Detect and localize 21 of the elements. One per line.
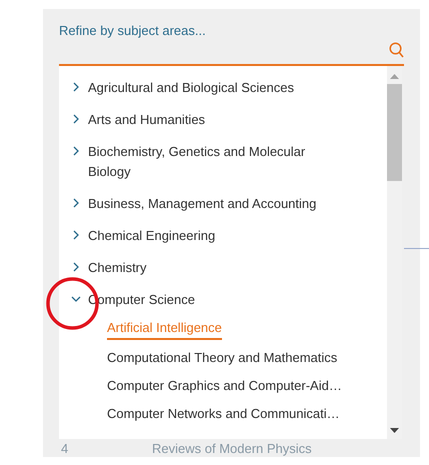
subject-item[interactable]: Chemistry — [88, 258, 330, 278]
subject-item[interactable]: Business, Management and Accounting — [88, 194, 330, 214]
subcategory-item[interactable]: Computer Networks and Communicati… — [107, 400, 340, 428]
chevron-right-icon[interactable] — [71, 146, 81, 156]
chevron-down-icon[interactable] — [71, 294, 81, 304]
rank-number: 4 — [60, 441, 70, 456]
chevron-right-icon[interactable] — [71, 262, 81, 272]
subject-item[interactable]: Agricultural and Biological Sciences — [88, 78, 330, 98]
subject-item[interactable]: Chemical Engineering — [88, 226, 330, 246]
subcategory-item[interactable]: Computational Theory and Mathematics — [107, 344, 338, 372]
scrollbar-thumb[interactable] — [387, 84, 402, 181]
chevron-right-icon[interactable] — [71, 82, 81, 92]
scroll-down-icon[interactable] — [390, 428, 399, 433]
subject-item[interactable]: Arts and Humanities — [88, 110, 330, 130]
subject-item[interactable]: Biochemistry, Genetics and Molecular Biology — [88, 142, 330, 182]
chevron-right-icon[interactable] — [71, 114, 81, 124]
chevron-right-icon[interactable] — [71, 198, 81, 208]
search-icon[interactable] — [389, 42, 404, 58]
chevron-right-icon[interactable] — [71, 230, 81, 240]
subcategory-item[interactable]: Computer Graphics and Computer-Aid… — [107, 372, 342, 400]
journal-title: Reviews of Modern Physics — [152, 441, 312, 456]
